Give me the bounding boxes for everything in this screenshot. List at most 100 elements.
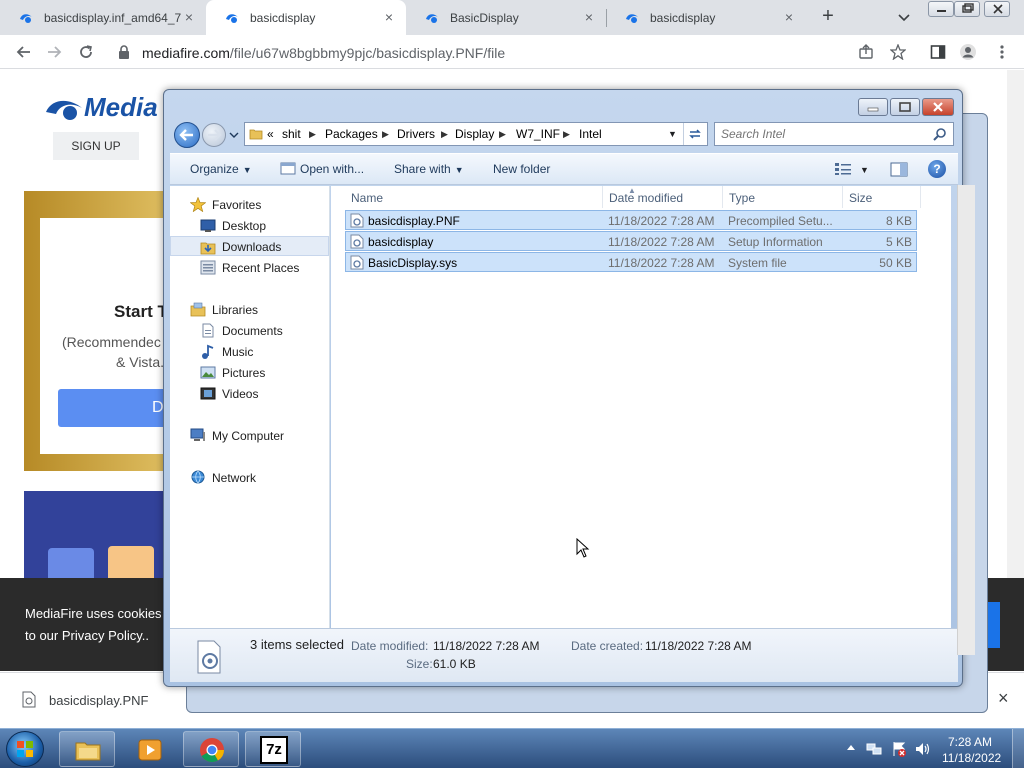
nav-pictures[interactable]: Pictures: [170, 362, 329, 382]
explorer-minimize-button[interactable]: [858, 98, 888, 116]
view-chevron-icon[interactable]: ▼: [860, 165, 869, 175]
close-download-bar-icon[interactable]: ×: [998, 689, 1014, 707]
nav-desktop[interactable]: Desktop: [170, 215, 329, 235]
cookie-accept-button[interactable]: [986, 602, 1000, 648]
recent-pages-chevron-icon[interactable]: [229, 131, 239, 139]
browser-tab-1[interactable]: basicdisplay.inf_amd64_7 ×: [0, 0, 206, 35]
clock-date[interactable]: 11/18/2022: [942, 751, 1001, 765]
nav-my-computer[interactable]: My Computer: [170, 425, 329, 445]
url-text[interactable]: mediafire.com/file/u67w8bgbbmy9pjc/basic…: [142, 45, 505, 61]
side-panel-icon[interactable]: [930, 44, 946, 60]
promo-text-line1: (Recommendec: [62, 334, 161, 350]
menu-kebab-icon[interactable]: [994, 44, 1010, 60]
explorer-search-box[interactable]: [714, 122, 954, 146]
taskbar-explorer-button[interactable]: [59, 731, 115, 767]
refresh-button[interactable]: [683, 123, 707, 145]
browser-tab-2[interactable]: basicdisplay ×: [206, 0, 406, 35]
url-host: mediafire.com: [142, 45, 230, 61]
breadcrumb-shit[interactable]: shit: [282, 127, 301, 141]
file-row[interactable]: basicdisplay 11/18/2022 7:28 AM Setup In…: [345, 231, 917, 251]
share-with-button[interactable]: Share with ▼: [394, 162, 464, 176]
window-restore-button[interactable]: [954, 1, 980, 17]
bookmark-star-icon[interactable]: [890, 44, 906, 60]
window-close-button[interactable]: [984, 1, 1010, 17]
column-header-size[interactable]: Size: [843, 186, 921, 208]
taskbar-7zip-button[interactable]: 7z: [245, 731, 301, 767]
tab-close-icon[interactable]: ×: [782, 10, 796, 24]
taskbar-chrome-button[interactable]: [183, 731, 239, 767]
mediafire-logo[interactable]: Media: [44, 92, 158, 123]
preview-pane-icon[interactable]: [890, 162, 908, 177]
browser-tab-4[interactable]: basicdisplay ×: [606, 0, 806, 35]
breadcrumb-w7-inf[interactable]: W7_INF: [516, 127, 560, 141]
file-row[interactable]: BasicDisplay.sys 11/18/2022 7:28 AM Syst…: [345, 252, 917, 272]
background-window-scrollbar[interactable]: [957, 185, 975, 655]
nav-favorites[interactable]: Favorites: [170, 194, 329, 214]
network-tray-icon[interactable]: [866, 741, 882, 757]
breadcrumb-arrow-icon[interactable]: ▶: [382, 129, 390, 139]
reload-icon[interactable]: [78, 44, 94, 60]
sign-up-button[interactable]: SIGN UP: [53, 132, 139, 160]
search-icon[interactable]: [933, 127, 947, 141]
nav-videos[interactable]: Videos: [170, 383, 329, 403]
pictures-icon: [200, 366, 216, 379]
organize-button[interactable]: Organize ▼: [190, 162, 252, 176]
breadcrumb-packages[interactable]: Packages: [325, 127, 378, 141]
search-input[interactable]: [715, 123, 925, 145]
action-center-icon[interactable]: [891, 741, 907, 757]
open-with-button[interactable]: Open with...: [280, 162, 364, 176]
nav-documents[interactable]: Documents: [170, 320, 329, 340]
clock-time[interactable]: 7:28 AM: [948, 735, 992, 749]
chevron-down-icon[interactable]: [896, 9, 912, 25]
lock-icon[interactable]: [118, 45, 130, 59]
forward-arrow-icon[interactable]: [46, 44, 62, 60]
nav-videos-label: Videos: [222, 387, 259, 401]
explorer-close-button[interactable]: [922, 98, 954, 116]
new-tab-button[interactable]: +: [818, 6, 838, 27]
column-header-date[interactable]: Date modified: [603, 186, 723, 208]
share-icon[interactable]: [858, 44, 874, 60]
download-item[interactable]: basicdisplay.PNF: [49, 693, 148, 708]
start-button[interactable]: [6, 731, 44, 767]
breadcrumb-display[interactable]: Display: [455, 127, 494, 141]
tab-close-icon[interactable]: ×: [582, 10, 596, 24]
tab-close-icon[interactable]: ×: [182, 10, 196, 24]
taskbar-media-player-button[interactable]: [121, 731, 177, 767]
multiple-files-icon: [197, 640, 221, 674]
volume-icon[interactable]: [914, 741, 930, 757]
back-arrow-icon[interactable]: [16, 44, 32, 60]
view-options-icon[interactable]: [834, 162, 852, 176]
breadcrumb-arrow-icon[interactable]: ▶: [499, 129, 507, 139]
breadcrumb-drivers[interactable]: Drivers: [397, 127, 435, 141]
url-path: /file/u67w8bgbbmy9pjc/basicdisplay.PNF/f…: [229, 45, 506, 61]
help-icon[interactable]: ?: [928, 160, 946, 178]
nav-downloads[interactable]: Downloads: [170, 236, 329, 256]
nav-music[interactable]: Music: [170, 341, 329, 361]
tab-close-icon[interactable]: ×: [382, 10, 396, 24]
browser-tab-3[interactable]: BasicDisplay ×: [406, 0, 606, 35]
show-desktop-button[interactable]: [1012, 729, 1024, 768]
explorer-address-bar[interactable]: « shit ▶ Packages ▶ Drivers ▶ Display ▶ …: [244, 122, 708, 146]
explorer-back-button[interactable]: [174, 122, 200, 148]
breadcrumb-overflow[interactable]: «: [267, 127, 274, 141]
file-row[interactable]: basicdisplay.PNF 11/18/2022 7:28 AM Prec…: [345, 210, 917, 230]
nav-libraries[interactable]: Libraries: [170, 299, 329, 319]
column-header-name[interactable]: Name: [345, 186, 603, 208]
download-button[interactable]: D: [58, 389, 178, 427]
nav-recent-places[interactable]: Recent Places: [170, 257, 329, 277]
address-history-chevron-icon[interactable]: ▼: [668, 129, 678, 139]
explorer-maximize-button[interactable]: [890, 98, 920, 116]
breadcrumb-intel[interactable]: Intel: [579, 127, 602, 141]
show-hidden-icons-icon[interactable]: [846, 743, 856, 751]
breadcrumb-arrow-icon[interactable]: ▶: [441, 129, 449, 139]
profile-avatar-icon[interactable]: [960, 44, 976, 60]
column-header-type[interactable]: Type: [723, 186, 843, 208]
breadcrumb-arrow-icon[interactable]: ▶: [309, 129, 317, 139]
window-minimize-button[interactable]: [928, 1, 954, 17]
address-bar[interactable]: mediafire.com/file/u67w8bgbbmy9pjc/basic…: [108, 39, 918, 66]
nav-network[interactable]: Network: [170, 467, 329, 487]
explorer-forward-button[interactable]: [202, 123, 226, 147]
new-folder-button[interactable]: New folder: [493, 162, 550, 176]
breadcrumb-arrow-icon[interactable]: ▶: [563, 129, 571, 139]
nav-desktop-label: Desktop: [222, 219, 267, 233]
